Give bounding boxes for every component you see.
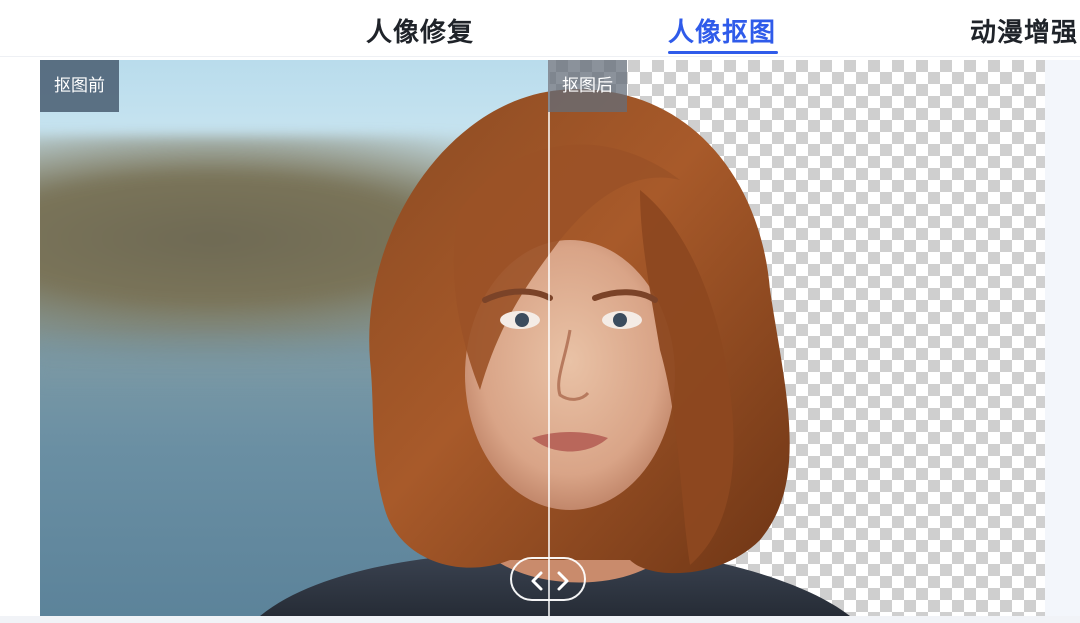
before-after-compare[interactable]: 抠图前 抠图后 — [40, 60, 1045, 616]
tab-portrait-matting[interactable]: 人像抠图 — [668, 12, 776, 49]
active-tab-indicator — [668, 51, 778, 54]
chevron-left-icon — [531, 571, 543, 591]
compare-slider-handle[interactable] — [510, 557, 586, 601]
before-label: 抠图前 — [40, 60, 119, 112]
compare-divider-line[interactable] — [548, 60, 550, 616]
chevron-right-icon — [557, 571, 569, 591]
page: 人像修复 人像抠图 动漫增强 抠图前 抠图后 — [0, 0, 1080, 623]
feature-tab-bar: 人像修复 人像抠图 动漫增强 — [0, 0, 1080, 57]
after-label: 抠图后 — [548, 60, 627, 112]
next-panel-edge — [1045, 60, 1080, 616]
portrait-subject — [260, 89, 850, 616]
tab-anime-enhance[interactable]: 动漫增强 — [970, 12, 1078, 49]
tab-portrait-restore[interactable]: 人像修复 — [366, 12, 474, 49]
slider-arrows — [531, 571, 569, 591]
bottom-strip — [0, 616, 1080, 623]
